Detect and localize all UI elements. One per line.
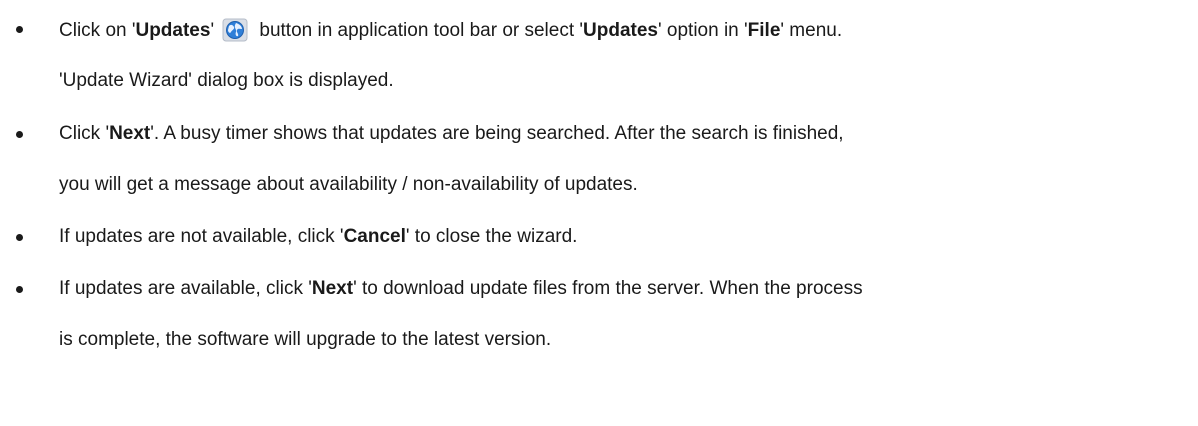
text: ' to download update files from the serv…: [353, 278, 863, 299]
text: Click ': [59, 123, 110, 144]
bold-updates: Updates: [135, 20, 211, 41]
step-1-line-2: 'Update Wizard' dialog box is displayed.: [59, 70, 394, 91]
bold-next: Next: [311, 278, 354, 299]
text: Click on ': [59, 20, 136, 41]
text: ' menu.: [780, 20, 843, 41]
text: button in application tool bar or select…: [254, 20, 584, 41]
bullet: [16, 26, 23, 33]
step-2-line-2: you will get a message about availabilit…: [59, 174, 638, 195]
step-4-line-2: is complete, the software will upgrade t…: [59, 329, 552, 350]
bullet: [16, 131, 23, 138]
text: ' to close the wizard.: [405, 226, 578, 247]
bold-updates: Updates: [583, 20, 658, 41]
step-3-line-1: If updates are not available, click 'Can…: [59, 225, 577, 249]
bold-file: File: [747, 20, 781, 41]
bold-cancel: Cancel: [343, 226, 406, 247]
bullet: [16, 286, 23, 293]
text: '. A busy timer shows that updates are b…: [150, 123, 844, 144]
step-4-line-1: If updates are available, click 'Next' t…: [59, 277, 863, 301]
globe-update-icon: [222, 18, 248, 42]
bullet: [16, 234, 23, 241]
step-1-line-1: Click on 'Updates' button in application…: [59, 18, 842, 43]
bold-next: Next: [109, 123, 151, 144]
text: ': [210, 20, 215, 41]
text: ' option in ': [658, 20, 748, 41]
step-2-line-1: Click 'Next'. A busy timer shows that up…: [59, 122, 844, 146]
text: If updates are available, click ': [59, 278, 312, 299]
text: If updates are not available, click ': [59, 226, 344, 247]
